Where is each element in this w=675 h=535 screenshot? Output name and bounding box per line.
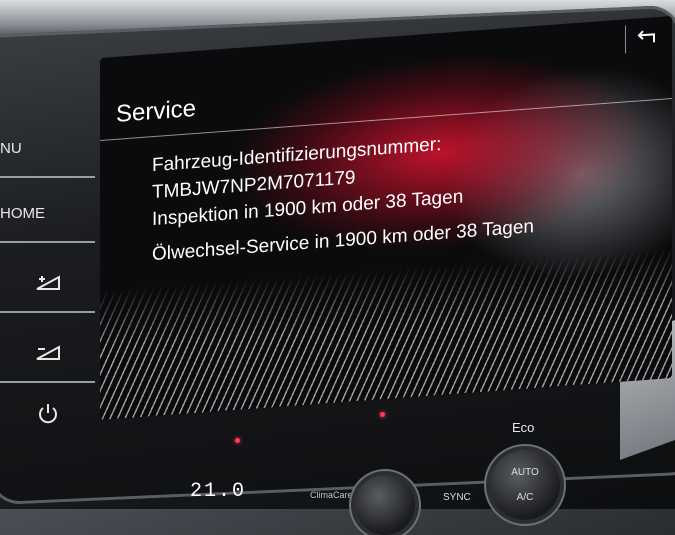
home-button[interactable]: HOME: [0, 185, 95, 243]
eco-button[interactable]: Eco: [512, 420, 534, 435]
page-title: Service: [116, 94, 197, 128]
climate-console: Eco 21.0 ClimaCare SYNC AUTO A/C: [160, 412, 580, 535]
power-button[interactable]: [0, 385, 95, 441]
back-button[interactable]: [625, 22, 666, 54]
volume-down-button[interactable]: [0, 325, 95, 383]
indicator-light: [235, 438, 240, 443]
home-button-label: HOME: [0, 204, 45, 222]
sync-button[interactable]: SYNC: [443, 492, 471, 503]
ac-label: A/C: [516, 492, 534, 503]
power-icon: [38, 404, 57, 424]
volume-up-button[interactable]: [0, 255, 95, 313]
hardware-button-strip: NU HOME: [0, 110, 110, 430]
menu-button-label: NU: [0, 139, 22, 157]
auto-label: AUTO: [511, 467, 539, 478]
infotainment-screen: Service Fahrzeug-Identifizierungsnummer:…: [100, 15, 672, 421]
climacare-label: ClimaCare: [310, 490, 353, 500]
temperature-knob[interactable]: AUTO A/C: [490, 450, 560, 520]
temperature-display: 21.0: [190, 480, 247, 503]
indicator-light: [380, 412, 385, 417]
center-knob[interactable]: [355, 475, 415, 535]
back-arrow-icon: [637, 30, 655, 43]
volume-down-icon: [36, 345, 60, 360]
volume-up-icon: [36, 275, 60, 290]
menu-button[interactable]: NU: [0, 120, 95, 178]
